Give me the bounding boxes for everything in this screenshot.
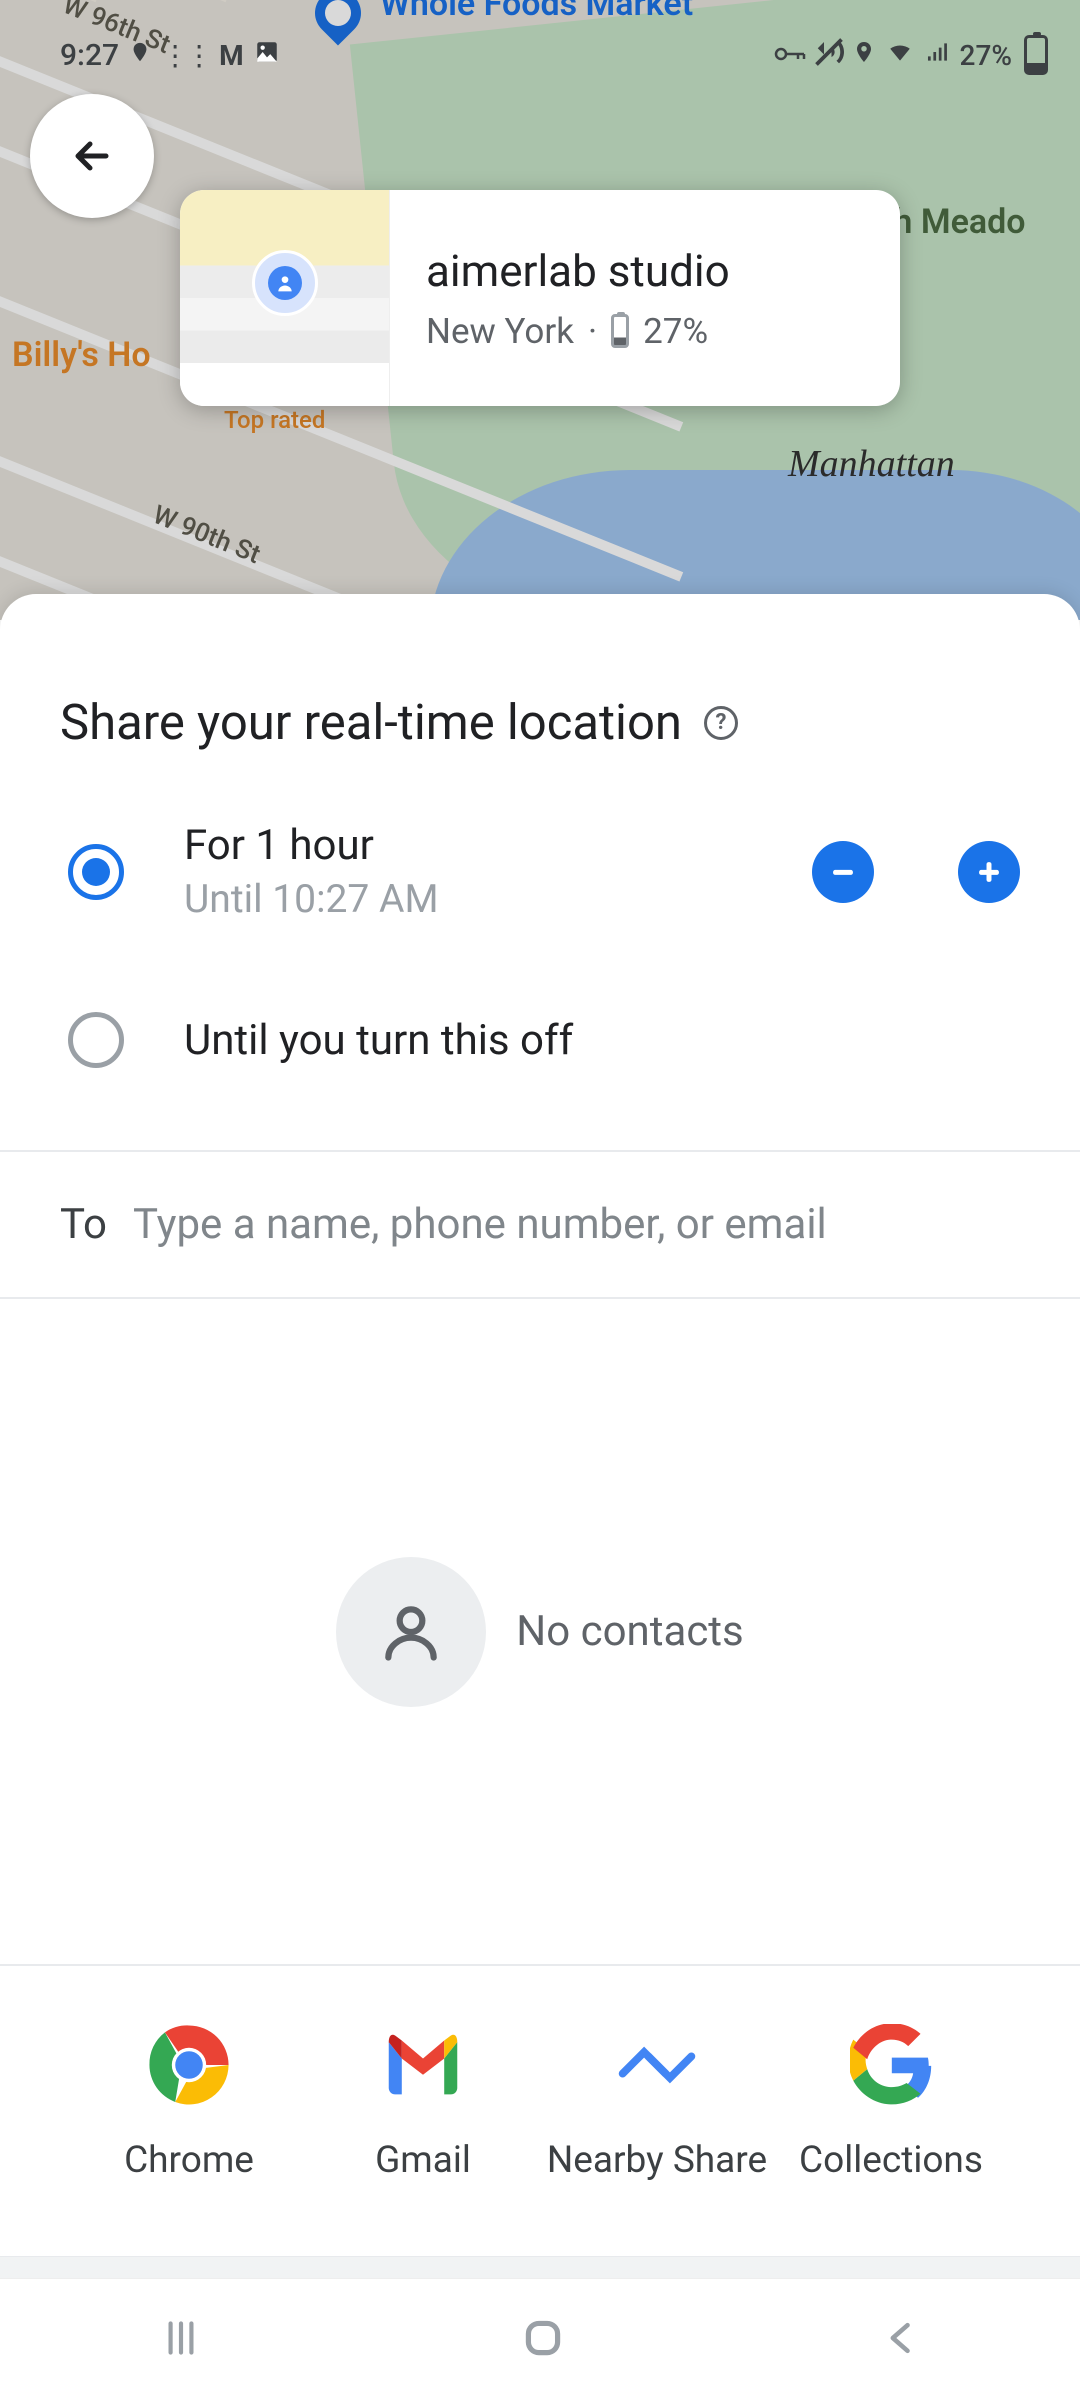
share-target-gmail[interactable]: Gmail (306, 2022, 540, 2236)
vpn-key-icon (774, 39, 806, 72)
profile-map-thumb (180, 190, 390, 406)
nav-back-button[interactable] (880, 2316, 924, 2364)
duration-option-1hour[interactable]: For 1 hour Until 10:27 AM (68, 807, 1020, 936)
share-location-sheet: Share your real-time location ? For 1 ho… (0, 594, 1080, 2400)
location-icon (852, 37, 876, 74)
status-battery-pct: 27% (960, 39, 1012, 72)
gmail-status-icon: M (219, 39, 244, 72)
help-icon[interactable]: ? (704, 706, 738, 740)
bt-icon: ⋮⋮ (161, 39, 209, 72)
increase-duration-button[interactable] (958, 841, 1020, 903)
vibrate-icon (814, 37, 844, 74)
share-label: Chrome (124, 2136, 254, 2186)
wifi-icon (884, 39, 916, 72)
share-label: Nearby Share (547, 2136, 767, 2186)
nav-recents-button[interactable] (156, 2313, 206, 2367)
share-targets-row[interactable]: Chrome Gmail Nearby Share (0, 1964, 1080, 2256)
profile-location-pin-icon (252, 250, 318, 316)
location-status-icon (129, 38, 151, 73)
share-target-collections[interactable]: Collections (774, 2022, 1008, 2236)
profile-city: New York (426, 311, 574, 352)
radio-untiloff[interactable] (68, 1012, 124, 1068)
status-bar: 9:27 ⋮⋮ M 27% (0, 30, 1080, 80)
share-target-chrome[interactable]: Chrome (72, 2022, 306, 2236)
system-nav-bar (0, 2278, 1080, 2400)
nav-home-button[interactable] (518, 2313, 568, 2367)
no-contacts-label: No contacts (516, 1607, 743, 1656)
arrow-left-icon (68, 132, 116, 180)
duration-option-untiloff[interactable]: Until you turn this off (68, 998, 1020, 1082)
decrease-duration-button[interactable] (812, 841, 874, 903)
back-button[interactable] (30, 94, 154, 218)
profile-card[interactable]: aimerlab studio New York · 27% (180, 190, 900, 406)
profile-battery-icon (611, 314, 629, 348)
share-label: Collections (799, 2136, 983, 2186)
photo-status-icon (254, 39, 280, 72)
person-icon (336, 1557, 486, 1707)
to-label: To (60, 1200, 107, 1249)
signal-icon (924, 39, 952, 72)
chrome-icon (146, 2022, 232, 2108)
google-g-icon (848, 2022, 934, 2108)
share-target-linkwith[interactable]: LiWi (1008, 2022, 1080, 2236)
recipient-input[interactable] (133, 1200, 1020, 1249)
gmail-icon (380, 2022, 466, 2108)
recipient-row[interactable]: To (0, 1152, 1080, 1297)
option1-main: For 1 hour (184, 821, 752, 870)
option2-main: Until you turn this off (184, 1016, 1020, 1065)
profile-battery-pct: 27% (643, 311, 708, 352)
status-time: 9:27 (60, 38, 119, 73)
share-label: Gmail (375, 2136, 471, 2186)
profile-title: aimerlab studio (426, 245, 880, 297)
radio-1hour[interactable] (68, 844, 124, 900)
option1-sub: Until 10:27 AM (184, 876, 752, 922)
share-target-nearby[interactable]: Nearby Share (540, 2022, 774, 2236)
profile-separator: · (588, 311, 597, 352)
nearby-share-icon (614, 2022, 700, 2108)
battery-icon (1024, 35, 1048, 75)
contacts-empty-state: No contacts (0, 1299, 1080, 1964)
sheet-heading: Share your real-time location (60, 694, 682, 751)
